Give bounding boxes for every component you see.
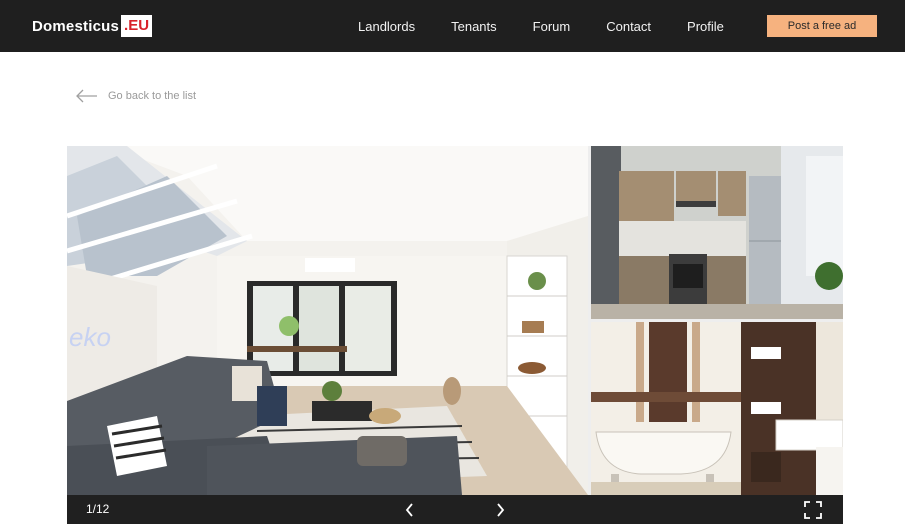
photo-gallery: eko 1/12: [67, 146, 843, 524]
living-room-illustration: eko: [67, 146, 588, 495]
gallery-photo-bathroom[interactable]: [591, 322, 843, 495]
main-nav: Landlords Tenants Forum Contact Profile: [340, 0, 742, 52]
post-free-ad-button[interactable]: Post a free ad: [767, 15, 877, 37]
back-link-label: Go back to the list: [108, 90, 197, 102]
logo-text: Domesticus: [32, 17, 120, 35]
back-to-list-link[interactable]: Go back to the list: [76, 89, 196, 103]
fullscreen-icon[interactable]: [804, 501, 822, 519]
nav-link-forum[interactable]: Forum: [533, 19, 571, 34]
chevron-left-icon[interactable]: [403, 502, 417, 518]
gallery-controls-bar: 1/12: [67, 495, 843, 524]
chevron-right-icon[interactable]: [493, 502, 507, 518]
photo-counter: 1/12: [86, 502, 110, 516]
bathroom-illustration: [591, 322, 843, 495]
arrow-left-icon: [76, 89, 97, 103]
logo-badge: .EU: [121, 15, 153, 37]
site-logo[interactable]: Domesticus .EU: [32, 14, 153, 38]
gallery-photo-kitchen[interactable]: [591, 146, 843, 319]
nav-link-landlords[interactable]: Landlords: [358, 19, 415, 34]
kitchen-illustration: [591, 146, 843, 319]
neon-sign-text: eko: [69, 322, 111, 352]
nav-link-tenants[interactable]: Tenants: [451, 19, 497, 34]
gallery-photo-living-room[interactable]: eko: [67, 146, 588, 495]
top-navigation-bar: Domesticus .EU Landlords Tenants Forum C…: [0, 0, 905, 52]
nav-link-contact[interactable]: Contact: [606, 19, 651, 34]
nav-link-profile[interactable]: Profile: [687, 19, 724, 34]
